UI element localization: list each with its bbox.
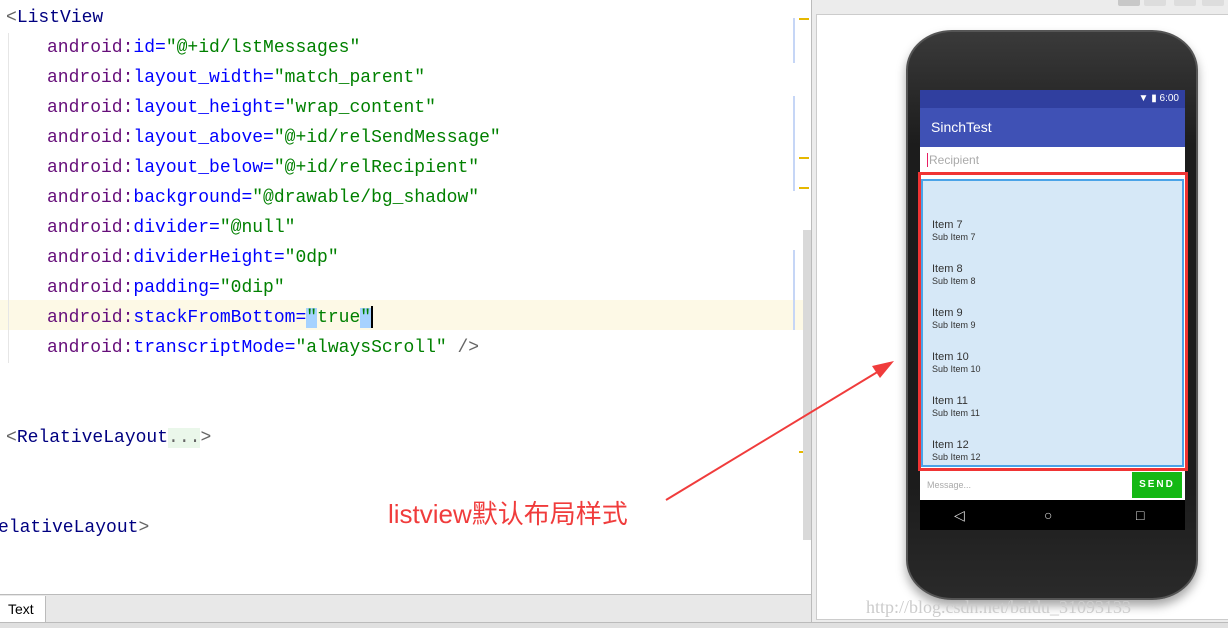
text-caret (371, 306, 374, 329)
zoom-in-icon[interactable] (1144, 0, 1166, 6)
navigation-bar: ◁ ○ □ (920, 500, 1185, 530)
zoom-fit-icon[interactable] (1202, 0, 1224, 6)
recipient-input[interactable]: Recipient (927, 153, 979, 167)
annotation-highlight-box (918, 172, 1188, 471)
code-line[interactable]: android:layout_width="match_parent" (47, 63, 425, 93)
change-marker (793, 250, 795, 330)
editor-scrollbar[interactable] (803, 230, 811, 540)
watermark: http://blog.csdn.net/baidu_31093133 (866, 597, 1131, 617)
send-message-row: Message... SEND (920, 470, 1185, 500)
code-line[interactable]: android:background="@drawable/bg_shadow" (47, 183, 479, 213)
toolbar-button[interactable] (1118, 0, 1140, 6)
warning-marker[interactable] (799, 18, 809, 20)
change-marker (793, 18, 795, 63)
code-line[interactable]: android:layout_below="@+id/relRecipient" (47, 153, 479, 183)
change-marker (793, 96, 795, 191)
status-strip (0, 622, 1228, 628)
message-input[interactable]: Message... (927, 480, 971, 490)
warning-marker[interactable] (799, 157, 809, 159)
code-line[interactable]: android:transcriptMode="alwaysScroll" /> (47, 333, 479, 363)
code-line[interactable]: <RelativeLayout...> (6, 423, 211, 453)
app-bar-title: SinchTest (920, 108, 1185, 147)
folded-region[interactable]: ... (168, 428, 201, 448)
code-line[interactable]: android:layout_above="@+id/relSendMessag… (47, 123, 501, 153)
code-line[interactable]: android:id="@+id/lstMessages" (47, 33, 360, 63)
code-line[interactable]: android:dividerHeight="0dp" (47, 243, 339, 273)
code-line[interactable]: android:layout_height="wrap_content" (47, 93, 436, 123)
battery-icon: ▮ (1151, 93, 1157, 104)
tab-text[interactable]: Text (0, 596, 46, 623)
wifi-icon: ▼ (1138, 93, 1149, 104)
code-line[interactable]: android:padding="0dip" (47, 273, 285, 303)
code-line[interactable]: android:stackFromBottom="true" (47, 303, 374, 333)
home-icon[interactable]: ○ (1044, 506, 1052, 524)
zoom-out-icon[interactable] (1174, 0, 1196, 6)
editor-tab-bar: Text (0, 594, 811, 623)
warning-marker[interactable] (799, 187, 809, 189)
code-line[interactable]: <ListView (6, 3, 103, 33)
code-line[interactable]: elativeLayout> (0, 513, 149, 543)
annotation-label: listview默认布局样式 (388, 499, 628, 529)
indent-guide (8, 33, 9, 363)
back-icon[interactable]: ◁ (954, 506, 965, 524)
send-button[interactable]: SEND (1132, 472, 1182, 498)
recent-apps-icon[interactable]: □ (1136, 506, 1144, 524)
status-bar: ▼ ▮ 6:00 (920, 90, 1185, 108)
code-line[interactable]: android:divider="@null" (47, 213, 295, 243)
